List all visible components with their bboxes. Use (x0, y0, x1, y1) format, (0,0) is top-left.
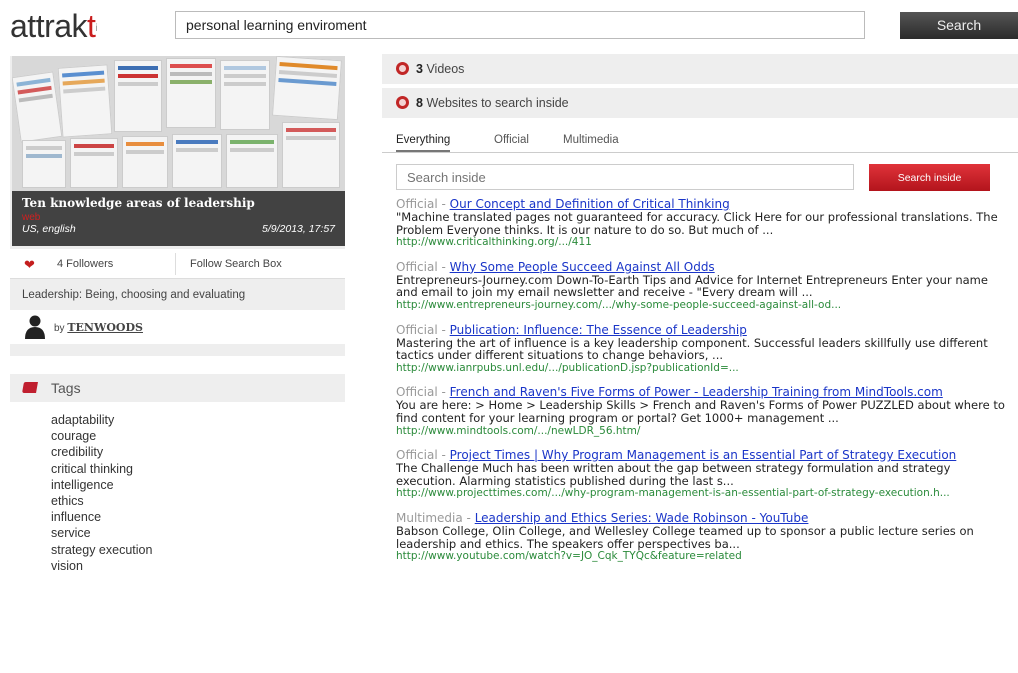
user-icon (25, 315, 45, 339)
websites-bar[interactable]: 8 Websites to search inside (382, 88, 1018, 118)
result-url[interactable]: http://www.projecttimes.com/.../why-prog… (396, 487, 1012, 500)
result-source: Multimedia (396, 510, 463, 525)
attrakti-logo[interactable]: attrakti (10, 8, 98, 45)
result-snippet: Babson College, Olin College, and Welles… (396, 523, 974, 551)
heart-icon: ❤ (24, 257, 35, 272)
result-dash: - (437, 322, 450, 337)
videos-icon (396, 62, 409, 75)
result-url[interactable]: http://www.criticalthinking.org/.../411 (396, 236, 1012, 249)
tags-title: Tags (51, 380, 81, 396)
tag-item[interactable]: service (51, 525, 152, 541)
search-button[interactable]: Search (900, 12, 1018, 39)
result-snippet: You are here: > Home > Leadership Skills… (396, 398, 1005, 425)
result-snippet: Mastering the art of influence is a key … (396, 335, 988, 363)
tab-everything[interactable]: Everything (396, 134, 451, 152)
search-inside-button[interactable]: Search inside (869, 164, 990, 191)
main-search-input[interactable] (175, 11, 865, 39)
search-box-type: web (22, 212, 41, 223)
tab-official[interactable]: Official (494, 134, 529, 146)
followers-count: 4 Followers (57, 258, 114, 270)
result-url[interactable]: http://www.entrepreneurs-journey.com/...… (396, 299, 1012, 312)
tag-item[interactable]: strategy execution (51, 542, 152, 558)
result-title-link[interactable]: Project Times | Why Program Management i… (450, 448, 957, 462)
result-snippet: "Machine translated pages not guaranteed… (396, 210, 998, 237)
search-result: Multimedia - Leadership and Ethics Serie… (396, 510, 1012, 563)
videos-label: Videos (426, 62, 465, 76)
result-dash: - (437, 259, 450, 274)
result-dash: - (437, 385, 450, 400)
tags-header: Tags (10, 374, 345, 402)
result-title-link[interactable]: Why Some People Succeed Against All Odds (450, 260, 715, 274)
tag-item[interactable]: ethics (51, 493, 152, 509)
tag-item[interactable]: influence (51, 509, 152, 525)
tags-list: adaptability courage credibility critica… (51, 412, 152, 574)
followers-row: ❤ 4 Followers Follow Search Box (10, 249, 345, 279)
tag-item[interactable]: credibility (51, 444, 152, 460)
tag-icon (22, 382, 38, 393)
owner-by: by TENWOODS (54, 321, 143, 334)
result-title-link[interactable]: French and Raven's Five Forms of Power -… (450, 385, 943, 399)
search-box-card: Ten knowledge areas of leadership web US… (10, 56, 345, 356)
result-url[interactable]: http://www.ianrpubs.unl.edu/.../publicat… (396, 362, 1012, 375)
result-source: Official (396, 322, 438, 337)
search-inside-input[interactable] (396, 164, 854, 190)
websites-icon (396, 96, 409, 109)
tag-item[interactable]: courage (51, 428, 152, 444)
result-source: Official (396, 448, 438, 463)
tag-item[interactable]: intelligence (51, 477, 152, 493)
result-source: Official (396, 385, 438, 400)
result-url[interactable]: http://www.mindtools.com/.../newLDR_56.h… (396, 425, 1012, 438)
result-source: Official (396, 259, 438, 274)
thumbnail-caption: Ten knowledge areas of leadership web US… (12, 191, 345, 246)
tag-item[interactable]: vision (51, 558, 152, 574)
tag-item[interactable]: critical thinking (51, 461, 152, 477)
videos-count: 3 (416, 62, 423, 76)
follow-search-box-link[interactable]: Follow Search Box (190, 258, 282, 270)
owner-username-link[interactable]: TENWOODS (67, 321, 143, 334)
search-result: Official - Publication: Influence: The E… (396, 322, 1012, 375)
result-snippet: Entrepreneurs-Journey.com Down-To-Earth … (396, 272, 988, 300)
search-result: Official - Why Some People Succeed Again… (396, 259, 1012, 312)
search-box-locale: US, english (22, 223, 76, 235)
search-result: Official - French and Raven's Five Forms… (396, 386, 1012, 437)
videos-bar[interactable]: 3 Videos (382, 54, 1018, 84)
by-label: by (54, 323, 65, 334)
results-list: Official - Our Concept and Definition of… (396, 198, 1012, 575)
results-tabs: Everything Official Multimedia (382, 127, 1018, 153)
search-box-description: Leadership: Being, choosing and evaluati… (22, 289, 246, 301)
tab-multimedia[interactable]: Multimedia (563, 134, 619, 146)
result-title-link[interactable]: Leadership and Ethics Series: Wade Robin… (475, 511, 809, 525)
logo-text: attrak (10, 8, 88, 44)
result-dash: - (437, 197, 450, 211)
result-dash: - (437, 448, 450, 463)
search-result: Official - Our Concept and Definition of… (396, 198, 1012, 249)
result-title-link[interactable]: Publication: Influence: The Essence of L… (450, 323, 747, 337)
result-dash: - (462, 510, 475, 525)
logo-dot: i (95, 23, 98, 35)
search-result: Official - Project Times | Why Program M… (396, 449, 1012, 500)
websites-count: 8 (416, 96, 423, 110)
divider (175, 253, 176, 275)
search-box-title[interactable]: Ten knowledge areas of leadership (22, 196, 335, 210)
tag-item[interactable]: adaptability (51, 412, 152, 428)
owner-row: by TENWOODS (10, 310, 345, 344)
result-url[interactable]: http://www.youtube.com/watch?v=JO_Cqk_TY… (396, 550, 1012, 563)
search-box-date: 5/9/2013, 17:57 (262, 223, 335, 235)
result-source: Official (396, 197, 438, 211)
websites-label: Websites to search inside (426, 96, 569, 110)
result-snippet: The Challenge Much has been written abou… (396, 461, 951, 488)
result-title-link[interactable]: Our Concept and Definition of Critical T… (450, 197, 730, 211)
